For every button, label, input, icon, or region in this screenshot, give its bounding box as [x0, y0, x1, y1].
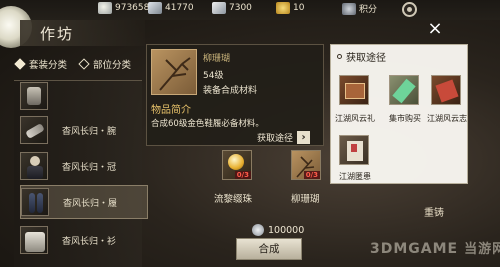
settings-gear-icon[interactable] — [402, 2, 417, 17]
popup-title: 获取途径 — [337, 49, 386, 64]
watermark-cn: 当游网 — [464, 242, 500, 257]
jade-icon — [98, 2, 112, 14]
reforge-button[interactable]: 重铸 — [424, 204, 444, 219]
list-item[interactable]: 杳风长归・衫 — [20, 223, 148, 257]
resource-gold: 10 — [276, 2, 304, 14]
craft-cost: 100000 — [252, 224, 304, 236]
list-item[interactable] — [20, 79, 148, 113]
item-name: 柳珊瑚 — [203, 54, 231, 64]
watermark-brand: 3DMGAME — [370, 241, 459, 257]
list-item-label: 杳风长归・履 — [63, 198, 118, 209]
item-level: 54级 — [203, 71, 224, 81]
journal-icon[interactable] — [431, 75, 461, 105]
chevron-right-icon: › — [297, 131, 311, 144]
ingot-icon — [212, 2, 226, 14]
robe-icon — [20, 226, 48, 254]
diamond-selected-icon — [14, 58, 26, 70]
resource-value: 973658 — [115, 3, 150, 13]
bullet-icon — [337, 54, 342, 59]
acquire-source-link[interactable]: 获取途径 › — [257, 131, 311, 144]
resource-silver: 41770 — [148, 2, 194, 14]
filter-by-set[interactable]: 套装分类 — [14, 57, 68, 71]
page-title: 作坊 — [40, 25, 75, 43]
title-band — [20, 20, 145, 46]
section-title: 物品简介 — [151, 105, 191, 116]
diamond-icon — [78, 58, 90, 70]
material-label: 柳珊瑚 — [291, 194, 320, 205]
bracer-icon — [20, 116, 48, 144]
list-item-label: 杳风长归・衫 — [62, 236, 117, 247]
source-label: 江湖风云志 — [427, 114, 467, 123]
material-slot-coral[interactable]: 0/3 — [291, 150, 321, 180]
filter-label: 套装分类 — [29, 60, 68, 71]
material-count: 0/3 — [234, 171, 251, 179]
acquire-source-label: 获取途径 — [257, 134, 294, 144]
watermark: 3DMGAME 当游网 — [370, 238, 500, 257]
item-thumbnail — [20, 82, 48, 110]
resource-ingot: 7300 — [212, 2, 252, 14]
silver-icon — [148, 2, 162, 14]
craft-button[interactable]: 合成 — [236, 238, 302, 260]
list-item[interactable]: 杳风长归・腕 — [20, 113, 148, 147]
resource-jade: 973658 — [98, 2, 149, 14]
bounty-icon[interactable] — [339, 135, 369, 165]
resource-value: 积分 — [359, 5, 378, 15]
resource-value: 10 — [293, 3, 305, 13]
filter-label: 部位分类 — [93, 60, 132, 71]
source-label: 集市购买 — [389, 114, 421, 123]
material-count: 0/3 — [303, 171, 320, 179]
list-item-label: 杳风长归・冠 — [62, 162, 117, 173]
list-item-label: 杳风长归・腕 — [62, 126, 117, 137]
silver-coin-icon — [252, 224, 264, 236]
crown-icon — [20, 152, 48, 180]
boots-icon — [21, 188, 49, 216]
close-icon[interactable]: × — [426, 20, 444, 38]
score-icon — [342, 2, 356, 15]
item-detail-panel: 柳珊瑚 54级 装备合成材料 物品简介 合成60级金色鞋履必备材料。 获取途径 … — [146, 44, 324, 146]
list-item[interactable]: 杳风长归・冠 — [20, 149, 148, 183]
recipe-list[interactable]: 杳风长归・腕 杳风长归・冠 杳风长归・履 杳风长归・衫 — [14, 80, 148, 267]
material-slot-pearl[interactable]: 0/3 — [222, 150, 252, 180]
craft-cost-value: 100000 — [268, 224, 305, 236]
pearl-icon — [228, 154, 244, 170]
resource-value: 41770 — [165, 3, 194, 13]
resource-value: 7300 — [229, 3, 252, 13]
gift-box-icon[interactable] — [339, 75, 369, 105]
acquire-source-popup: 获取途径 江湖风云礼 集市购买 江湖风云志 江湖匿患 — [330, 44, 468, 184]
list-item-selected[interactable]: 杳风长归・履 — [20, 185, 148, 219]
source-label: 江湖匿患 — [339, 172, 371, 181]
market-icon[interactable] — [389, 75, 419, 105]
material-label: 流黎缀珠 — [214, 194, 253, 205]
source-label: 江湖风云礼 — [335, 114, 375, 123]
item-type: 装备合成材料 — [203, 86, 258, 96]
gold-icon — [276, 2, 290, 14]
item-description: 合成60级金色鞋履必备材料。 — [151, 119, 264, 129]
resource-score[interactable]: 积分 — [342, 2, 377, 15]
coral-branch-icon — [151, 49, 197, 95]
popup-title-label: 获取途径 — [346, 53, 386, 64]
filter-by-slot[interactable]: 部位分类 — [78, 57, 132, 71]
